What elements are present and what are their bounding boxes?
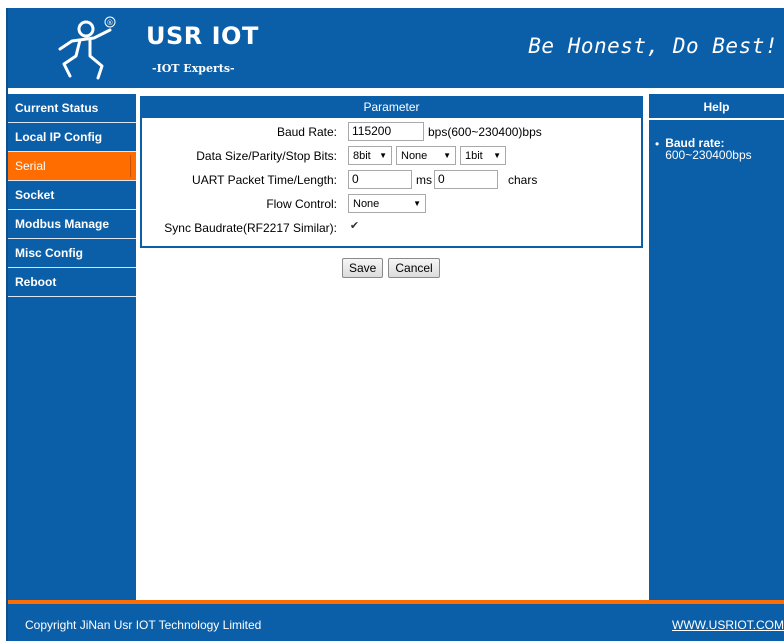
help-desc: 600~230400bps <box>665 148 752 162</box>
data-bits-value: 8bit <box>353 149 371 162</box>
help-title: Help <box>649 94 784 120</box>
header-gap <box>8 88 784 93</box>
help-panel: Help • Baud rate: 600~230400bps <box>649 94 784 600</box>
registered-mark: ® <box>107 19 114 27</box>
cancel-button[interactable]: Cancel <box>388 258 440 278</box>
parity-select[interactable]: None ▼ <box>396 146 456 165</box>
flow-control-row: Flow Control: None ▼ <box>142 193 641 215</box>
baud-rate-label: Baud Rate: <box>276 125 337 139</box>
baud-rate-row: Baud Rate: 115200 bps(600~230400)bps <box>142 121 641 143</box>
data-bits-select[interactable]: 8bit ▼ <box>348 146 392 165</box>
sync-baudrate-row: Sync Baudrate(RF2217 Similar): ✔ <box>142 217 641 239</box>
copyright-text: Copyright JiNan Usr IOT Technology Limit… <box>25 618 262 632</box>
stop-bits-select[interactable]: 1bit ▼ <box>460 146 506 165</box>
sidebar-item-label: Current Status <box>15 101 99 115</box>
bullet-icon: • <box>655 137 660 151</box>
sidebar-item-reboot[interactable]: Reboot <box>8 268 136 297</box>
data-size-row: Data Size/Parity/Stop Bits: 8bit ▼ None ▼ … <box>142 145 641 167</box>
website-link[interactable]: WWW.USRIOT.COM <box>672 618 784 632</box>
packet-time-input[interactable]: 0 <box>348 170 412 189</box>
packet-length-input[interactable]: 0 <box>434 170 498 189</box>
sidebar-nav: Current Status Local IP Config Serial So… <box>8 94 136 600</box>
help-item: • Baud rate: 600~230400bps <box>655 137 780 162</box>
data-size-label: Data Size/Parity/Stop Bits: <box>196 149 337 163</box>
usr-logo-icon: ® <box>52 16 118 82</box>
sidebar-item-label: Local IP Config <box>15 130 103 144</box>
sidebar-item-label: Misc Config <box>15 246 83 260</box>
baud-rate-hint: bps(600~230400)bps <box>428 124 542 139</box>
flow-control-select[interactable]: None ▼ <box>348 194 426 213</box>
sidebar-item-socket[interactable]: Socket <box>8 181 136 210</box>
form-buttons: Save Cancel <box>342 258 440 278</box>
header: ® USR IOT -IOT Experts- Be Honest, Do Be… <box>8 8 784 88</box>
packet-length-unit: chars <box>508 172 538 187</box>
sidebar-item-serial[interactable]: Serial <box>8 152 136 181</box>
save-button[interactable]: Save <box>342 258 384 278</box>
packet-row: UART Packet Time/Length: 0 ms 0 chars <box>142 169 641 191</box>
packet-time-unit: ms <box>416 172 432 187</box>
parameter-panel: Parameter Baud Rate: 115200 bps(600~2304… <box>140 96 643 248</box>
chevron-down-icon: ▼ <box>443 151 451 160</box>
sidebar-item-current-status[interactable]: Current Status <box>8 94 136 123</box>
flow-control-label: Flow Control: <box>266 197 337 211</box>
brand-title: USR IOT <box>146 22 259 50</box>
parameter-title: Parameter <box>142 98 641 118</box>
main-content: Parameter Baud Rate: 115200 bps(600~2304… <box>136 94 648 600</box>
sidebar-item-label: Reboot <box>15 275 57 289</box>
flow-control-value: None <box>353 197 380 210</box>
sync-baudrate-label: Sync Baudrate(RF2217 Similar): <box>164 221 337 235</box>
sidebar-item-label: Socket <box>15 188 55 202</box>
stop-bits-value: 1bit <box>465 149 483 162</box>
sidebar-item-label: Modbus Manage <box>15 217 110 231</box>
chevron-down-icon: ▼ <box>379 151 387 160</box>
help-list: • Baud rate: 600~230400bps <box>649 120 784 162</box>
chevron-down-icon: ▼ <box>413 199 421 208</box>
brand-subtitle: -IOT Experts- <box>152 62 235 75</box>
baud-rate-input[interactable]: 115200 <box>348 122 424 141</box>
packet-label: UART Packet Time/Length: <box>192 173 337 187</box>
chevron-down-icon: ▼ <box>493 151 501 160</box>
parity-value: None <box>401 149 428 162</box>
sidebar-item-local-ip-config[interactable]: Local IP Config <box>8 123 136 152</box>
sidebar-item-label: Serial <box>15 155 131 177</box>
sync-baudrate-checkbox[interactable]: ✔ <box>348 220 361 233</box>
footer: Copyright JiNan Usr IOT Technology Limit… <box>8 604 784 641</box>
sidebar-item-modbus-manage[interactable]: Modbus Manage <box>8 210 136 239</box>
sidebar-item-misc-config[interactable]: Misc Config <box>8 239 136 268</box>
slogan: Be Honest, Do Best! <box>528 34 778 58</box>
